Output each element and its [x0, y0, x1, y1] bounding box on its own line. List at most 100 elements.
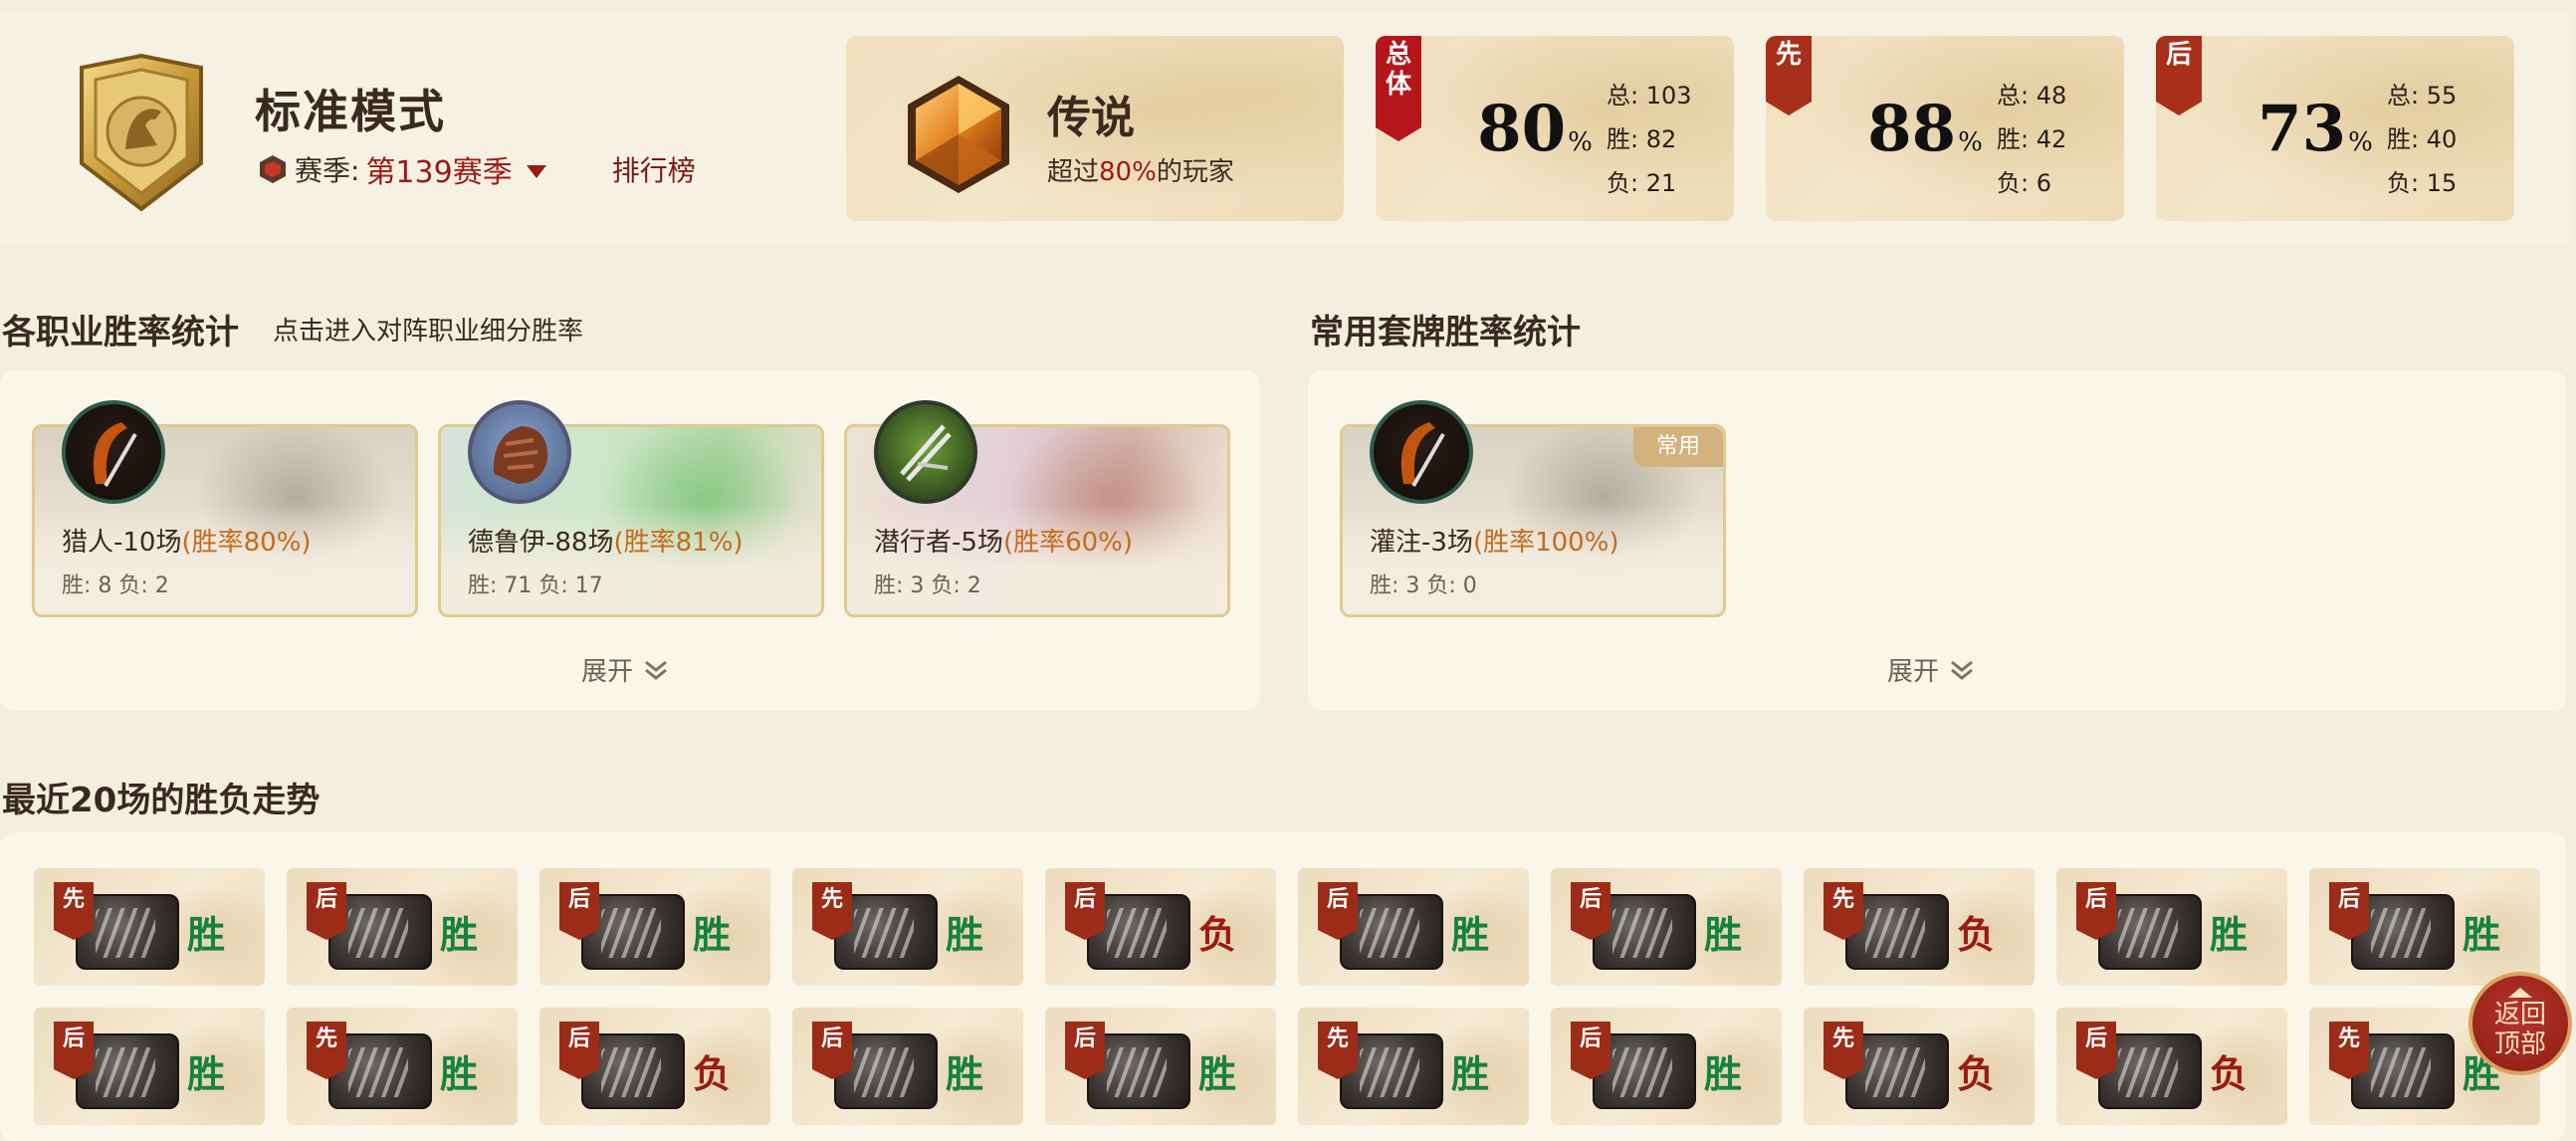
game-result-label: 负	[2210, 1052, 2249, 1096]
class-record: 胜: 8 负: 2	[62, 573, 169, 598]
game-result-card[interactable]: 先胜	[287, 1008, 518, 1125]
class-card-druid[interactable]: 德鲁伊-88场(胜率81%) 胜: 71 负: 17	[438, 400, 824, 617]
first-winrate-value: 88	[1867, 92, 1957, 166]
overall-wins: 胜: 82	[1607, 125, 1677, 153]
first-winrate: 88%	[1847, 92, 2003, 166]
turn-order-badge: 先	[307, 1022, 346, 1079]
class-card-rogue[interactable]: 潜行者-5场(胜率60%) 胜: 3 负: 2	[844, 400, 1230, 617]
game-result-label: 胜	[946, 1052, 984, 1096]
game-result-label: 胜	[693, 913, 732, 957]
game-result-label: 胜	[946, 913, 984, 957]
game-result-card[interactable]: 后负	[2056, 1008, 2287, 1125]
overall-tag: 总体	[1376, 36, 1421, 141]
deck-expand-button[interactable]: 展开	[1887, 651, 1975, 688]
back-to-top-button[interactable]: 返回 顶部	[2469, 972, 2572, 1075]
turn-order-badge: 后	[54, 1022, 94, 1079]
second-winrate-pct: %	[2348, 127, 2373, 157]
season-selector[interactable]: 赛季: 第139赛季 排行榜	[257, 147, 696, 191]
deck-name-text: 灌注-3场	[1370, 528, 1473, 558]
game-result-card[interactable]: 先负	[1804, 868, 2035, 986]
deck-name: 灌注-3场(胜率100%)	[1370, 522, 1619, 559]
game-result-card[interactable]: 后胜	[539, 868, 770, 986]
class-stats-box: 猎人-10场(胜率80%) 胜: 8 负: 2 德鲁伊-88场(胜率81%) 胜…	[0, 370, 1260, 711]
game-result-label: 胜	[1704, 1052, 1743, 1096]
chevron-down-icon[interactable]	[526, 164, 546, 178]
second-losses: 负: 15	[2387, 169, 2458, 197]
turn-order-badge: 后	[1065, 1022, 1105, 1079]
game-result-label: 胜	[187, 913, 226, 957]
game-result-card[interactable]: 先胜	[1298, 1008, 1529, 1125]
class-name: 猎人-10场(胜率80%)	[62, 522, 312, 559]
game-result-label: 负	[1957, 913, 1996, 957]
profile-header: 标准模式 赛季: 第139赛季 排行榜 传说 超过80%的玩家 总体 80% 总…	[0, 10, 2570, 245]
expand-label: 展开	[1887, 657, 1940, 687]
game-result-card[interactable]: 后胜	[287, 868, 518, 986]
turn-order-badge: 先	[1824, 1022, 1863, 1079]
overall-total: 总: 103	[1607, 82, 1692, 110]
overall-stats-panel: 总体 80% 总: 103 胜: 82 负: 21	[1376, 36, 1734, 221]
first-losses: 负: 6	[1997, 169, 2051, 197]
class-expand-button[interactable]: 展开	[581, 651, 669, 688]
deck-card[interactable]: 常用 灌注-3场(胜率100%) 胜: 3 负: 0	[1340, 400, 1726, 617]
game-result-label: 负	[1957, 1052, 1996, 1096]
rank-percentile-value: 80%	[1099, 157, 1157, 187]
second-wins: 胜: 40	[2387, 125, 2458, 153]
deck-stats-box: 常用 灌注-3场(胜率100%) 胜: 3 负: 0 展开	[1308, 370, 2566, 711]
game-result-card[interactable]: 后胜	[1551, 1008, 1782, 1125]
class-record: 胜: 71 负: 17	[468, 573, 603, 598]
game-result-card[interactable]: 后负	[1045, 868, 1276, 986]
game-result-card[interactable]: 先胜	[792, 868, 1023, 986]
game-result-label: 胜	[1451, 1052, 1490, 1096]
class-name-text: 猎人-10场	[62, 528, 182, 558]
double-chevron-down-icon	[645, 660, 667, 680]
rank-percentile-prefix: 超过	[1047, 157, 1100, 187]
rogue-class-icon	[874, 400, 977, 504]
rank-panel: 传说 超过80%的玩家	[846, 36, 1344, 221]
overall-record: 总: 103 胜: 82 负: 21	[1607, 74, 1692, 205]
second-stats-panel: 后 73% 总: 55 胜: 40 负: 15	[2156, 36, 2514, 221]
rank-percentile: 超过80%的玩家	[1047, 151, 1234, 188]
game-result-label: 胜	[1451, 913, 1490, 957]
second-winrate-value: 73	[2257, 92, 2347, 166]
turn-order-badge: 后	[2329, 882, 2369, 940]
turn-order-badge: 先	[54, 882, 94, 940]
game-result-label: 胜	[2210, 913, 2249, 957]
second-total: 总: 55	[2387, 82, 2458, 110]
first-tag: 先	[1766, 36, 1812, 115]
second-record: 总: 55 胜: 40 负: 15	[2387, 74, 2457, 205]
game-result-card[interactable]: 后胜	[792, 1008, 1023, 1125]
turn-order-badge: 先	[812, 882, 852, 940]
rank-title: 传说	[1047, 93, 1135, 143]
turn-order-badge: 后	[559, 1022, 599, 1079]
game-result-card[interactable]: 后胜	[1045, 1008, 1276, 1125]
game-result-card[interactable]: 先负	[1804, 1008, 2035, 1125]
turn-order-badge: 后	[307, 882, 346, 940]
game-result-label: 胜	[1198, 1052, 1237, 1096]
first-record: 总: 48 胜: 42 负: 6	[1997, 74, 2066, 205]
first-stats-panel: 先 88% 总: 48 胜: 42 负: 6	[1766, 36, 2124, 221]
game-result-card[interactable]: 先胜	[34, 868, 265, 986]
game-result-card[interactable]: 后胜	[34, 1008, 265, 1125]
hunter-class-icon	[62, 400, 165, 504]
rank-percentile-suffix: 的玩家	[1156, 157, 1234, 187]
class-winrate: (胜率81%)	[613, 528, 744, 558]
overall-winrate: 80%	[1457, 92, 1612, 166]
turn-order-badge: 后	[1065, 882, 1105, 940]
common-deck-badge: 常用	[1633, 427, 1723, 467]
turn-order-badge: 后	[1318, 882, 1358, 940]
game-result-card[interactable]: 后胜	[1298, 868, 1529, 986]
season-value[interactable]: 第139赛季	[365, 147, 512, 191]
overall-winrate-pct: %	[1568, 127, 1593, 157]
turn-order-badge: 先	[1824, 882, 1863, 940]
game-result-label: 胜	[2463, 913, 2501, 957]
trend-section-title: 最近20场的胜负走势	[2, 781, 321, 820]
game-result-card[interactable]: 后胜	[2309, 868, 2540, 986]
class-name-text: 德鲁伊-88场	[468, 528, 614, 558]
game-result-card[interactable]: 后胜	[1551, 868, 1782, 986]
leaderboard-link[interactable]: 排行榜	[612, 149, 696, 189]
class-card-hunter[interactable]: 猎人-10场(胜率80%) 胜: 8 负: 2	[32, 400, 418, 617]
legend-rank-gem-icon	[908, 76, 1009, 193]
game-result-card[interactable]: 后负	[539, 1008, 770, 1125]
class-record: 胜: 3 负: 2	[874, 573, 981, 598]
game-result-card[interactable]: 后胜	[2056, 868, 2287, 986]
